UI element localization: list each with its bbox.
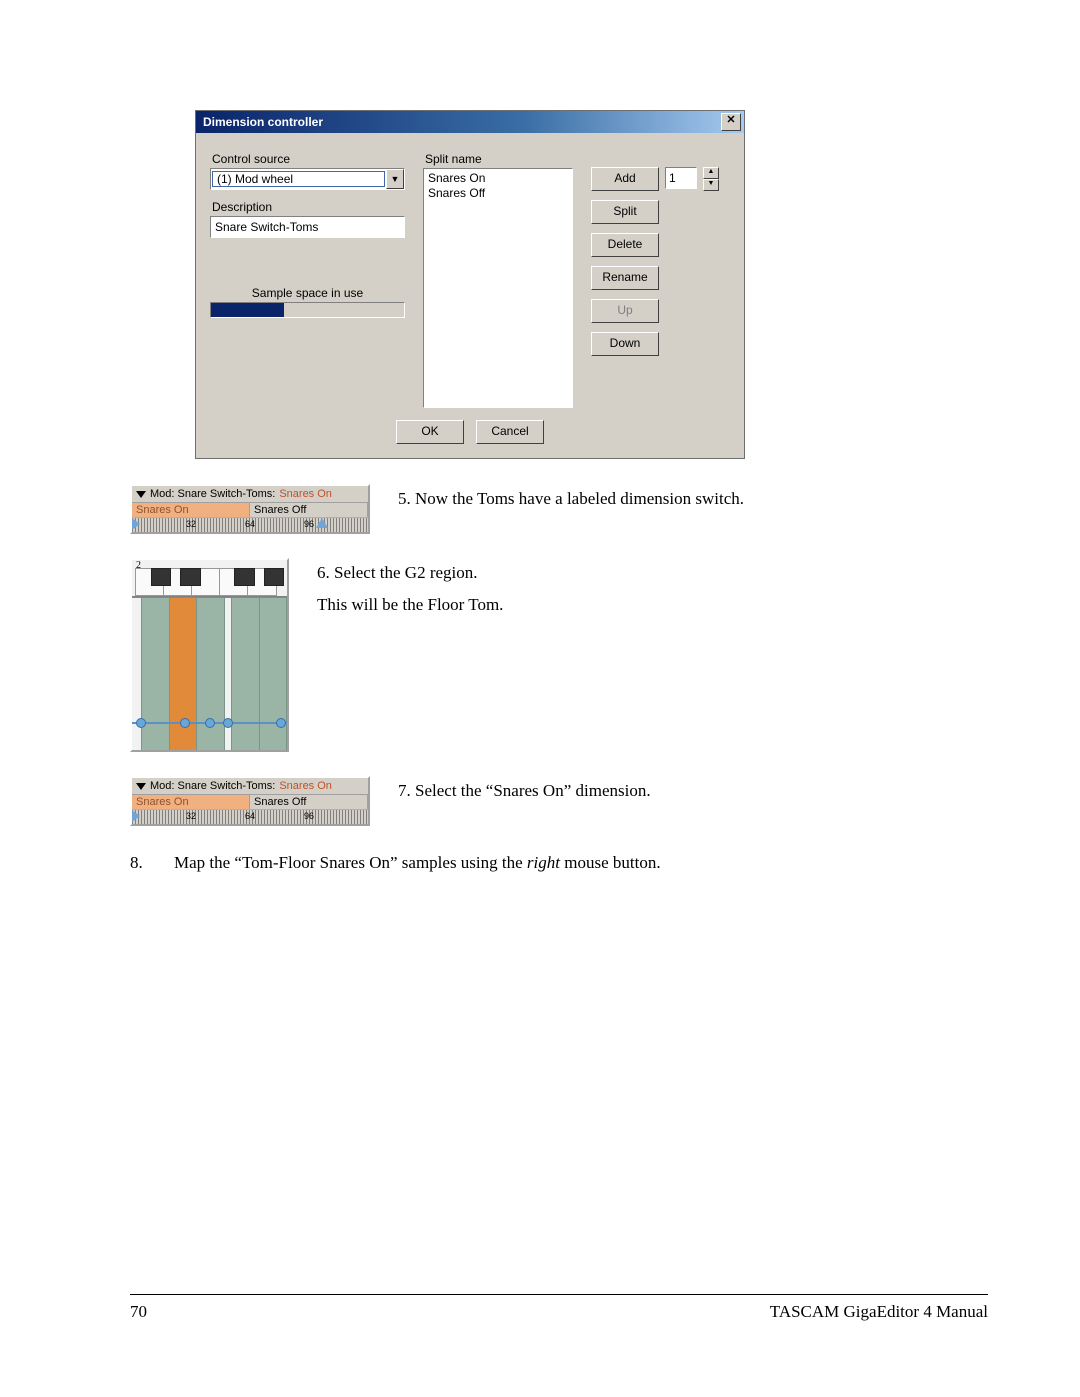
manual-title: TASCAM GigaEditor 4 Manual xyxy=(770,1302,988,1322)
description-input[interactable]: Snare Switch-Toms xyxy=(210,216,405,238)
control-source-combobox[interactable]: (1) Mod wheel ▼ xyxy=(210,168,405,190)
dimension-controller-dialog: Dimension controller ✕ Control source (1… xyxy=(195,110,745,459)
footer-rule xyxy=(130,1294,988,1295)
delete-button[interactable]: Delete xyxy=(591,233,659,257)
cancel-button[interactable]: Cancel xyxy=(476,420,544,444)
dimension-ruler: 32 64 96 xyxy=(132,517,368,532)
ruler-tick: 96 xyxy=(304,519,314,529)
spinner-down-icon[interactable]: ▼ xyxy=(703,179,719,191)
sample-space-progress xyxy=(210,302,405,318)
step-8-emph: right xyxy=(527,853,560,872)
control-source-value: (1) Mod wheel xyxy=(212,171,385,187)
split-button[interactable]: Split xyxy=(591,200,659,224)
step-5-text: 5. Now the Toms have a labeled dimension… xyxy=(398,484,744,512)
up-button[interactable]: Up xyxy=(591,299,659,323)
split-snares-on[interactable]: Snares On xyxy=(132,503,250,517)
split-snares-off[interactable]: Snares Off xyxy=(250,795,368,809)
mod-switch-panel: Mod: Snare Switch-Toms: Snares On Snares… xyxy=(130,484,370,534)
keyboard-region-panel: 2 xyxy=(130,558,289,752)
mod-switch-label: Mod: Snare Switch-Toms: xyxy=(150,488,275,500)
ruler-tick: 96 xyxy=(304,811,314,821)
ruler-tick: 32 xyxy=(186,811,196,821)
mod-switch-panel-2: Mod: Snare Switch-Toms: Snares On Snares… xyxy=(130,776,370,826)
ok-button[interactable]: OK xyxy=(396,420,464,444)
ruler-tick: 64 xyxy=(245,519,255,529)
spinner-up-icon[interactable]: ▲ xyxy=(703,167,719,179)
control-source-label: Control source xyxy=(212,152,405,166)
split-snares-off[interactable]: Snares Off xyxy=(250,503,368,517)
mod-switch-label: Mod: Snare Switch-Toms: xyxy=(150,780,275,792)
triangle-down-icon xyxy=(136,491,146,498)
step-8a: Map the “Tom-Floor Snares On” samples us… xyxy=(174,853,527,872)
list-item[interactable]: Snares Off xyxy=(428,186,568,201)
step-7-text: 7. Select the “Snares On” dimension. xyxy=(398,776,651,804)
mod-switch-state: Snares On xyxy=(279,780,332,792)
down-button[interactable]: Down xyxy=(591,332,659,356)
list-item[interactable]: Snares On xyxy=(428,171,568,186)
description-label: Description xyxy=(212,200,405,214)
page-number: 70 xyxy=(130,1302,147,1322)
dimension-ruler: 32 64 96 xyxy=(132,809,368,824)
split-name-listbox[interactable]: Snares On Snares Off xyxy=(423,168,573,408)
mod-switch-state: Snares On xyxy=(279,488,332,500)
sample-space-label: Sample space in use xyxy=(210,286,405,300)
spinner-value[interactable]: 1 xyxy=(665,167,697,189)
dialog-title-text: Dimension controller xyxy=(203,115,323,129)
step-6b-text: This will be the Floor Tom. xyxy=(317,592,503,618)
add-button[interactable]: Add xyxy=(591,167,659,191)
close-icon[interactable]: ✕ xyxy=(721,113,741,131)
step-8-number: 8. xyxy=(130,850,148,876)
dialog-titlebar: Dimension controller ✕ xyxy=(196,111,744,133)
ruler-tick: 32 xyxy=(186,519,196,529)
triangle-down-icon xyxy=(136,783,146,790)
split-name-label: Split name xyxy=(425,152,573,166)
step-6-text: 6. Select the G2 region. xyxy=(317,560,503,586)
split-snares-on[interactable]: Snares On xyxy=(132,795,250,809)
step-8b: mouse button. xyxy=(560,853,661,872)
step-8: 8. Map the “Tom-Floor Snares On” samples… xyxy=(130,850,988,876)
chevron-down-icon[interactable]: ▼ xyxy=(386,169,404,189)
ruler-tick: 64 xyxy=(245,811,255,821)
rename-button[interactable]: Rename xyxy=(591,266,659,290)
